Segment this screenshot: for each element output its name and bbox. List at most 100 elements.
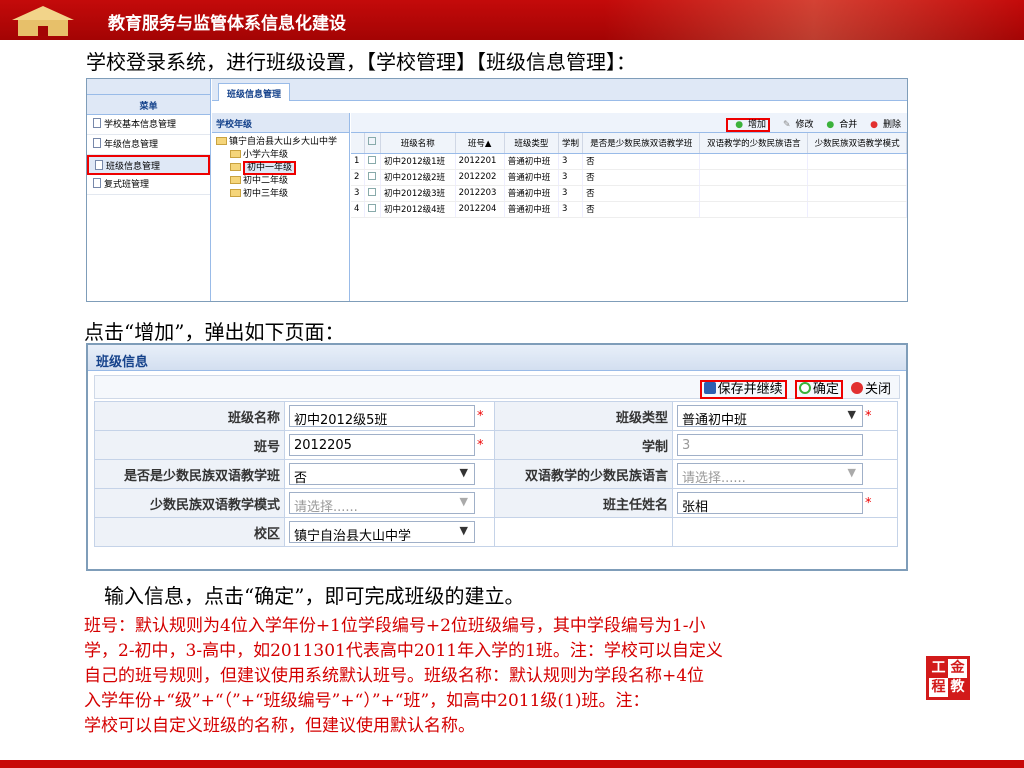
dropdown-arrow-icon: ▼ bbox=[459, 466, 468, 479]
side-menu: 菜单 学校基本信息管理 年级信息管理 班级信息管理 复式班管理 bbox=[87, 79, 211, 301]
label-class-name: 班级名称 bbox=[94, 401, 285, 431]
table-row[interactable]: 2 初中2012级2班 2012202 普通初中班 3 否 bbox=[351, 169, 907, 186]
column-header[interactable]: 班号▲ bbox=[455, 133, 505, 154]
merge-button[interactable]: ● 合并 bbox=[821, 120, 857, 130]
head-teacher-input[interactable]: 张相 bbox=[677, 492, 863, 515]
label-head-teacher: 班主任姓名 bbox=[494, 488, 673, 518]
confirm-button[interactable]: 确定 bbox=[794, 380, 843, 399]
seal-stamp: 工 金 程 教 bbox=[926, 656, 970, 700]
gate-logo-icon bbox=[12, 6, 74, 36]
label-school-years: 学制 bbox=[494, 430, 673, 460]
menu-item-grade-info[interactable]: 年级信息管理 bbox=[87, 135, 210, 155]
language-select[interactable]: 请选择...... ▼ bbox=[677, 463, 863, 486]
note-line-2: 学，2-初中，3-高中，如2011301代表高中2011年入学的1班。注：学校可… bbox=[84, 641, 723, 661]
folder-icon bbox=[230, 163, 241, 171]
table-row[interactable]: 1 初中2012级1班 2012201 普通初中班 3 否 bbox=[351, 153, 907, 170]
note-line-3: 自己的班号规则，但建议使用系统默认班号。班级名称：默认规则为学段名称+4位 bbox=[84, 666, 705, 686]
document-icon bbox=[93, 138, 101, 148]
column-header[interactable]: 学制 bbox=[558, 133, 584, 154]
column-header[interactable]: 是否是少数民族双语教学班 bbox=[582, 133, 701, 154]
dropdown-arrow-icon: ▼ bbox=[459, 524, 468, 537]
tree-node-school[interactable]: 镇宁自治县大山乡大山中学 bbox=[212, 136, 349, 149]
document-icon bbox=[95, 160, 103, 170]
column-header bbox=[351, 133, 365, 154]
class-grid: ● 增加 ✎ 修改 ● 合并 ● 删除 班级名称 班号▲ 班级类型 学制 是否是少数民族… bbox=[351, 113, 907, 301]
edit-icon: ✎ bbox=[782, 120, 791, 130]
class-table: 班级名称 班号▲ 班级类型 学制 是否是少数民族双语教学班 双语教学的少数民族语… bbox=[351, 133, 907, 218]
header-title: 教育服务与监管体系信息化建设 bbox=[108, 14, 346, 34]
folder-icon bbox=[230, 150, 241, 158]
bilingual-select[interactable]: 否 ▼ bbox=[289, 463, 475, 486]
tab-bar: 班级信息管理 bbox=[212, 79, 907, 101]
checkbox[interactable] bbox=[367, 187, 376, 196]
school-years-input[interactable]: 3 bbox=[677, 434, 863, 456]
class-type-select[interactable]: 普通初中班 ▼ bbox=[677, 405, 863, 428]
dropdown-arrow-icon: ▼ bbox=[847, 408, 856, 421]
menu-title: 菜单 bbox=[87, 95, 210, 115]
form-toolbar: 保存并继续 确定 关闭 bbox=[94, 375, 900, 399]
class-name-input[interactable]: 初中2012级5班 bbox=[289, 405, 475, 428]
check-icon bbox=[798, 382, 811, 394]
tree-node-junior1[interactable]: 初中一年级 bbox=[212, 161, 349, 175]
close-button[interactable]: 关闭 bbox=[850, 382, 891, 397]
close-icon bbox=[850, 382, 863, 394]
folder-icon bbox=[230, 176, 241, 184]
delete-icon: ● bbox=[870, 120, 878, 130]
menu-item-multigrade[interactable]: 复式班管理 bbox=[87, 175, 210, 195]
edit-button[interactable]: ✎ 修改 bbox=[778, 120, 814, 130]
dropdown-arrow-icon: ▼ bbox=[847, 466, 856, 479]
label-class-code: 班号 bbox=[94, 430, 285, 460]
header-bar: 教育服务与监管体系信息化建设 bbox=[0, 0, 1024, 40]
note-line-5: 学校可以自定义班级的名称，但建议使用默认名称。 bbox=[84, 716, 475, 736]
delete-button[interactable]: ● 删除 bbox=[865, 120, 901, 130]
add-button[interactable]: ● 增加 bbox=[726, 118, 771, 132]
intro-line: 学校登录系统，进行班级设置，【学校管理】【班级信息管理】： bbox=[86, 50, 636, 74]
note-line-4: 入学年份+“级”+“（”+“班级编号”+“）”+“班”，如高中2011级(1)班… bbox=[84, 691, 650, 711]
folder-icon bbox=[216, 137, 227, 145]
column-header[interactable]: 班级类型 bbox=[504, 133, 559, 154]
tab-class-info[interactable]: 班级信息管理 bbox=[218, 83, 291, 101]
checkbox[interactable] bbox=[367, 155, 376, 164]
form-title: 班级信息 bbox=[88, 345, 906, 371]
plus-icon: ● bbox=[735, 120, 744, 130]
checkbox[interactable] bbox=[367, 203, 376, 212]
save-continue-button[interactable]: 保存并继续 bbox=[699, 380, 787, 399]
screenshot-class-management: 菜单 学校基本信息管理 年级信息管理 班级信息管理 复式班管理 班级信息管理 学… bbox=[86, 78, 908, 302]
class-code-input[interactable]: 2012205 bbox=[289, 434, 475, 456]
column-header[interactable]: 双语教学的少数民族语言 bbox=[699, 133, 809, 154]
label-class-type: 班级类型 bbox=[494, 401, 673, 431]
form-table: 班级名称 初中2012级5班 * 班级类型 普通初中班 ▼ * 班号 2012205 *… bbox=[94, 401, 898, 547]
tree-title: 学校年级 bbox=[212, 113, 349, 133]
class-info-form-window: 班级信息 保存并继续 确定 关闭 班级名称 初中2012级5班 * 班级类型 普通… bbox=[86, 343, 908, 571]
tree-node-junior2[interactable]: 初中二年级 bbox=[212, 175, 349, 188]
document-icon bbox=[93, 178, 101, 188]
merge-icon: ● bbox=[826, 120, 835, 130]
teaching-mode-select[interactable]: 请选择...... ▼ bbox=[289, 492, 475, 515]
dropdown-arrow-icon: ▼ bbox=[459, 495, 468, 508]
grade-tree: 学校年级 镇宁自治县大山乡大山中学 小学六年级 初中一年级 初中二年级 初中三年… bbox=[212, 113, 350, 301]
tree-node-junior3[interactable]: 初中三年级 bbox=[212, 188, 349, 201]
column-header[interactable] bbox=[364, 133, 382, 154]
label-campus: 校区 bbox=[94, 517, 285, 547]
save-icon bbox=[703, 382, 716, 394]
note-line-1: 班号：默认规则为4位入学年份+1位学段编号+2位班级编号，其中学段编号为1-小 bbox=[84, 616, 706, 636]
footer-bar bbox=[0, 760, 1024, 768]
menu-item-class-info[interactable]: 班级信息管理 bbox=[87, 155, 210, 175]
label-bilingual: 是否是少数民族双语教学班 bbox=[94, 459, 285, 489]
campus-select[interactable]: 镇宁自治县大山中学 ▼ bbox=[289, 521, 475, 544]
menu-item-school-info[interactable]: 学校基本信息管理 bbox=[87, 115, 210, 135]
folder-icon bbox=[230, 189, 241, 197]
checkbox[interactable] bbox=[368, 137, 377, 146]
grid-toolbar: ● 增加 ✎ 修改 ● 合并 ● 删除 bbox=[351, 113, 907, 133]
document-icon bbox=[93, 118, 101, 128]
checkbox[interactable] bbox=[367, 171, 376, 180]
label-teaching-mode: 少数民族双语教学模式 bbox=[94, 488, 285, 518]
column-header[interactable]: 班级名称 bbox=[380, 133, 456, 154]
table-row[interactable]: 4 初中2012级4班 2012204 普通初中班 3 否 bbox=[351, 201, 907, 218]
table-row[interactable]: 3 初中2012级3班 2012203 普通初中班 3 否 bbox=[351, 185, 907, 202]
label-language: 双语教学的少数民族语言 bbox=[494, 459, 673, 489]
result-line: 输入信息，点击“确定”，即可完成班级的建立。 bbox=[104, 584, 525, 608]
table-header: 班级名称 班号▲ 班级类型 学制 是否是少数民族双语教学班 双语教学的少数民族语… bbox=[351, 133, 907, 154]
header-decoration bbox=[604, 0, 1024, 40]
column-header[interactable]: 少数民族双语教学模式 bbox=[807, 133, 907, 154]
